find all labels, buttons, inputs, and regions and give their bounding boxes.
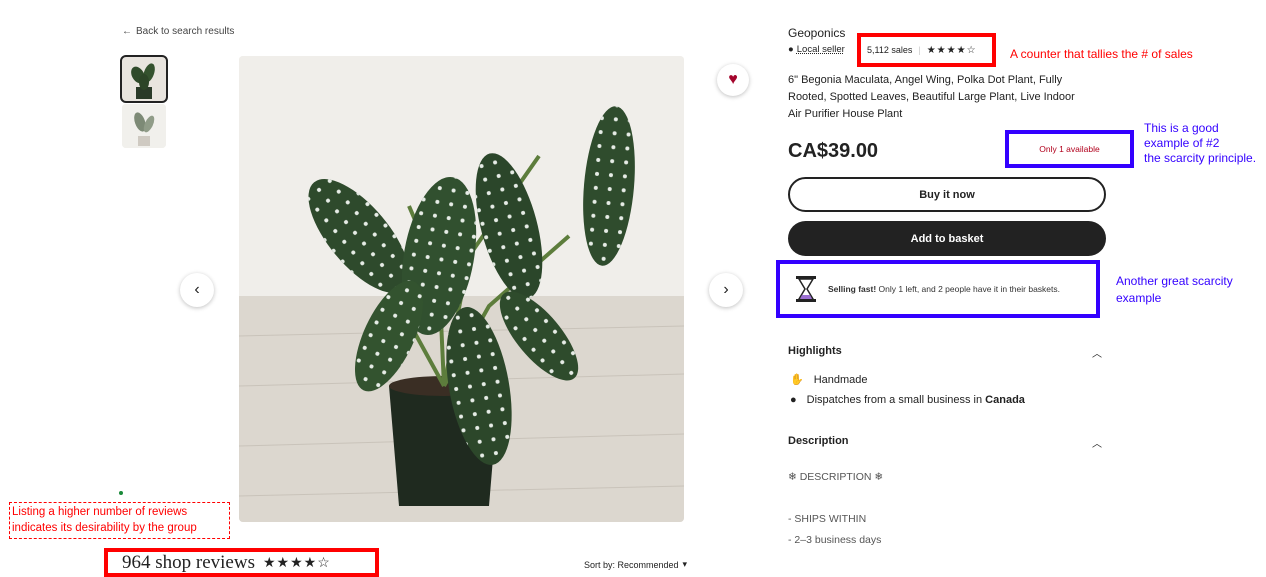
begonia-plant-image — [239, 56, 684, 522]
description-line: - SHIPS WITHIN — [788, 513, 867, 525]
caret-down-icon: ▾ — [682, 559, 688, 569]
selling-fast-detail: Only 1 left, and 2 people have it in the… — [876, 284, 1060, 294]
plant-thumbnail-image — [122, 57, 166, 101]
green-dot — [119, 491, 123, 495]
scarcity-annotation-2: Another great scarcity example — [1116, 273, 1233, 307]
heart-icon: ♥ — [728, 71, 738, 88]
annotation-line: example of #2 — [1144, 136, 1220, 150]
availability-text: Only 1 available — [1039, 144, 1100, 154]
sales-annotation: A counter that tallies the # of sales — [1010, 47, 1193, 61]
description-heading: Description — [788, 435, 849, 447]
buy-now-button[interactable]: Buy it now — [788, 177, 1106, 212]
chevron-left-icon: ‹ — [194, 281, 200, 298]
thumbnail-1[interactable] — [120, 55, 168, 103]
availability-box: Only 1 available — [1005, 130, 1134, 168]
highlight-item: ✋ Handmade — [790, 373, 868, 387]
chevron-up-icon: ︿ — [1092, 439, 1102, 450]
next-image-button[interactable]: › — [709, 273, 743, 307]
favorite-button[interactable]: ♥ — [717, 64, 749, 96]
reviews-annotation: Listing a higher number of reviews indic… — [9, 502, 230, 539]
product-price: CA$39.00 — [788, 140, 879, 162]
shop-name[interactable]: Geoponics — [788, 26, 845, 40]
location-pin-icon: ● — [788, 44, 794, 55]
shop-reviews-stars: ★★★★☆ — [262, 554, 331, 570]
add-to-basket-button[interactable]: Add to basket — [788, 221, 1106, 256]
highlight-text: Handmade — [813, 373, 868, 386]
highlight-text-main: Dispatches from a small business in — [806, 394, 986, 406]
shop-rating-stars: ★★★★☆ — [926, 44, 977, 56]
hourglass-icon — [796, 276, 816, 302]
highlight-item: ● Dispatches from a small business in Ca… — [790, 394, 1025, 406]
product-main-image — [239, 56, 684, 522]
description-line: ❄ DESCRIPTION ❄ — [788, 471, 884, 483]
sales-counter-box: 5,112 sales | ★★★★☆ — [857, 33, 996, 67]
location-pin-icon: ● — [790, 394, 797, 406]
previous-image-button[interactable]: ‹ — [180, 273, 214, 307]
local-seller-label: Local seller — [796, 44, 845, 55]
hand-icon: ✋ — [790, 374, 804, 386]
sort-dropdown[interactable]: Sort by: Recommended ▾ — [584, 559, 687, 570]
selling-fast-bold: Selling fast! — [828, 284, 877, 294]
chevron-right-icon: › — [723, 281, 729, 298]
annotation-line: Another great scarcity — [1116, 274, 1233, 288]
highlights-toggle[interactable]: ︿ — [1092, 345, 1102, 360]
shop-reviews-box: 964 shop reviews ★★★★☆ — [104, 548, 379, 577]
selling-fast-box: Selling fast! Only 1 left, and 2 people … — [776, 260, 1100, 318]
description-line: - 2–3 business days — [788, 534, 882, 546]
highlights-heading: Highlights — [788, 345, 842, 357]
thumbnail-2[interactable] — [122, 104, 166, 148]
annotation-line: example — [1116, 291, 1162, 305]
annotation-line: the scarcity principle. — [1144, 151, 1257, 165]
annotation-line: Listing a higher number of reviews — [12, 506, 188, 518]
sort-label: Sort by: Recommended — [584, 559, 679, 570]
plant-thumbnail-image — [122, 104, 166, 148]
scarcity-annotation: This is a good example of #2 the scarcit… — [1144, 121, 1256, 166]
arrow-left-icon: ← — [122, 26, 132, 37]
product-title: 6" Begonia Maculata, Angel Wing, Polka D… — [788, 74, 1075, 120]
local-seller-link[interactable]: ● Local seller — [788, 44, 845, 55]
sales-count: 5,112 sales — [867, 45, 913, 55]
annotation-line: indicates its desirability by the group — [12, 522, 197, 534]
description-toggle[interactable]: ︿ — [1092, 435, 1102, 450]
shop-reviews-count: 964 shop reviews — [122, 551, 255, 573]
back-to-search-link[interactable]: ← Back to search results — [122, 26, 234, 37]
chevron-up-icon: ︿ — [1092, 349, 1102, 360]
annotation-line: This is a good — [1144, 121, 1219, 135]
highlight-text-bold: Canada — [985, 394, 1025, 406]
highlight-text: Dispatches from a small business in Cana… — [807, 394, 1025, 406]
divider: | — [918, 45, 921, 55]
selling-fast-text: Selling fast! Only 1 left, and 2 people … — [828, 283, 1078, 295]
back-link-label: Back to search results — [136, 26, 235, 37]
